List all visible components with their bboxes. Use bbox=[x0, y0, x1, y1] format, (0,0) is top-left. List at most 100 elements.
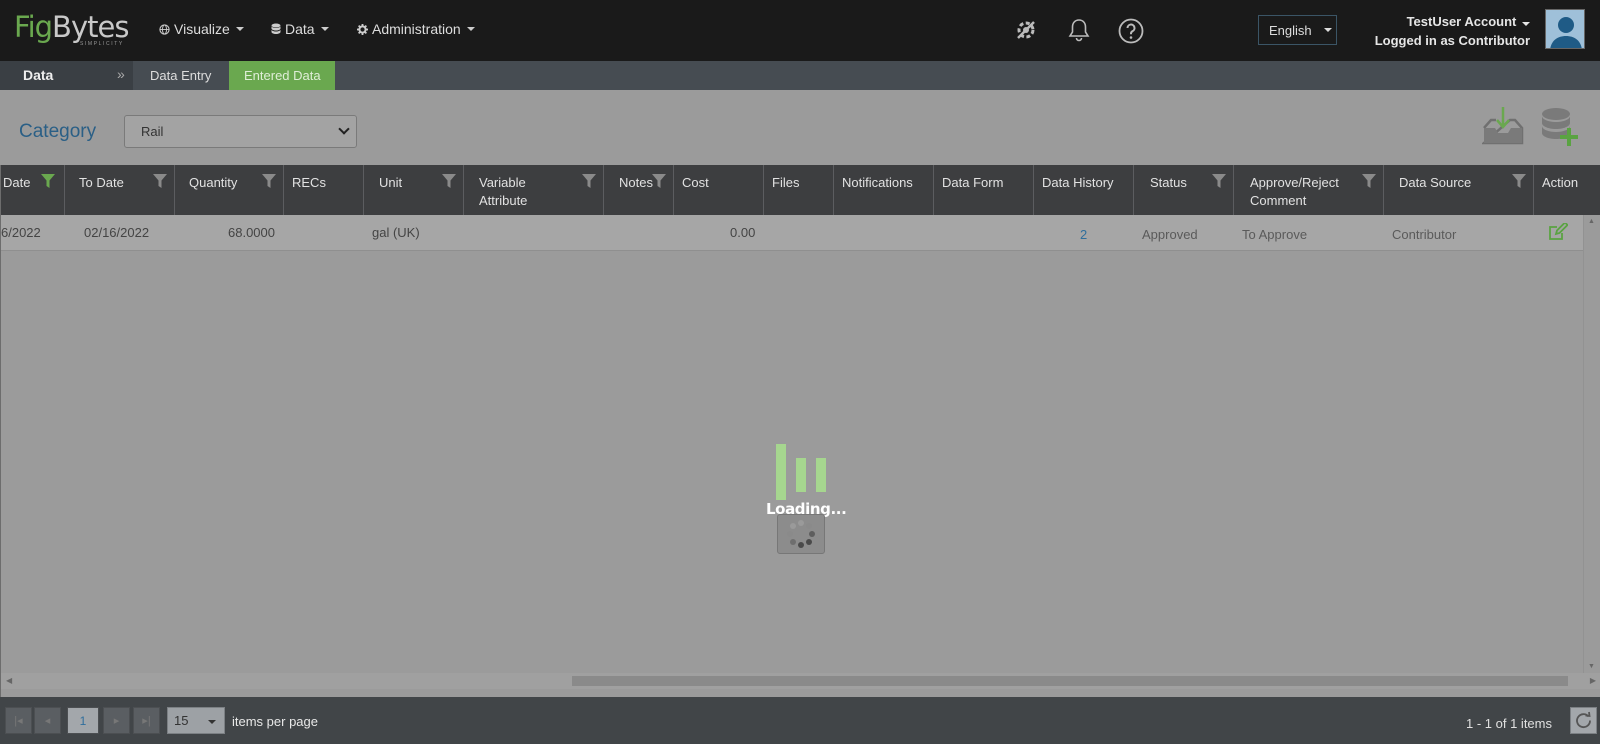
filter-icon[interactable] bbox=[1212, 174, 1226, 188]
cell-data-history-link[interactable]: 2 bbox=[1080, 227, 1087, 242]
col-header-cost[interactable]: Cost bbox=[674, 165, 764, 215]
current-page-button[interactable]: 1 bbox=[67, 707, 99, 734]
col-header-status[interactable]: Status bbox=[1134, 165, 1234, 215]
user-avatar[interactable] bbox=[1545, 9, 1585, 49]
cell-data-source: Contributor bbox=[1392, 227, 1457, 242]
loading-bar bbox=[796, 458, 806, 492]
loading-indicator: Loading... bbox=[765, 444, 847, 554]
filter-icon[interactable] bbox=[262, 174, 276, 188]
last-page-button[interactable]: ▸| bbox=[133, 707, 160, 734]
col-header-label: RECs bbox=[292, 175, 326, 190]
account-name: TestUser Account bbox=[1406, 14, 1517, 29]
col-header-data-history[interactable]: Data History bbox=[1034, 165, 1134, 215]
horizontal-scroll-thumb[interactable] bbox=[572, 676, 1568, 686]
col-header-label: Status bbox=[1150, 175, 1187, 190]
bell-icon[interactable] bbox=[1068, 18, 1090, 42]
col-header-to-date[interactable]: To Date bbox=[65, 165, 175, 215]
col-header-data-form[interactable]: Data Form bbox=[934, 165, 1034, 215]
add-database-icon[interactable] bbox=[1540, 106, 1580, 148]
cell-to-date: 02/16/2022 bbox=[84, 225, 150, 240]
section-title-label: Data bbox=[23, 67, 54, 83]
tab-entered-data[interactable]: Entered Data bbox=[229, 61, 335, 90]
col-header-date[interactable]: Date bbox=[1, 165, 65, 215]
col-header-label: Variable Attribute bbox=[479, 175, 528, 208]
language-label: English bbox=[1269, 22, 1312, 38]
sub-navbar: Data » Data Entry Entered Data bbox=[0, 61, 1600, 90]
refresh-button[interactable] bbox=[1570, 707, 1597, 734]
filter-icon[interactable] bbox=[652, 174, 666, 188]
col-header-label: Cost bbox=[682, 175, 709, 190]
import-download-icon[interactable] bbox=[1482, 106, 1524, 146]
filter-icon[interactable] bbox=[442, 174, 456, 188]
scroll-down-arrow-icon[interactable]: ▼ bbox=[1588, 663, 1595, 670]
col-header-notifications[interactable]: Notifications bbox=[834, 165, 934, 215]
edit-icon[interactable] bbox=[1548, 223, 1568, 241]
col-header-approve-reject-comment[interactable]: Approve/Reject Comment bbox=[1234, 165, 1384, 215]
caret-down-icon bbox=[320, 27, 329, 31]
col-header-data-source[interactable]: Data Source bbox=[1384, 165, 1534, 215]
entered-data-grid: Date To Date Quantity RECs Unit Variable… bbox=[0, 165, 1600, 697]
refresh-icon bbox=[1576, 711, 1591, 729]
scroll-up-arrow-icon[interactable]: ▲ bbox=[1588, 218, 1595, 225]
col-header-variable-attribute[interactable]: Variable Attribute bbox=[464, 165, 604, 215]
nav-visualize-label: Visualize bbox=[174, 21, 230, 37]
spinner-icon bbox=[787, 520, 815, 548]
nav-administration[interactable]: Administration bbox=[357, 21, 475, 37]
col-header-label: Quantity bbox=[189, 175, 238, 190]
horizontal-scrollbar[interactable]: ◀ ▶ bbox=[1, 673, 1600, 689]
nav-data[interactable]: Data bbox=[271, 21, 329, 37]
figbytes-logo[interactable]: FigBytes SIMPLICITY bbox=[14, 10, 129, 47]
chevron-down-icon bbox=[338, 123, 350, 135]
table-row[interactable]: 6/2022 02/16/2022 68.0000 gal (UK) 0.00 … bbox=[1, 215, 1583, 251]
double-chevron-right-icon[interactable]: » bbox=[117, 66, 125, 82]
col-header-label: Data Form bbox=[942, 175, 1004, 190]
prev-page-button[interactable]: ◂ bbox=[34, 707, 61, 734]
nav-administration-label: Administration bbox=[372, 21, 461, 37]
cell-status: Approved bbox=[1142, 227, 1198, 242]
page-size-select[interactable]: 15 bbox=[167, 707, 225, 734]
category-select-value: Rail bbox=[141, 124, 164, 139]
grid-pager: |◂ ◂ 1 ▸ ▸| 15 items per page 1 - 1 of 1… bbox=[0, 697, 1600, 744]
account-role: Logged in as Contributor bbox=[1374, 33, 1530, 48]
gear-icon bbox=[357, 23, 368, 35]
items-per-page-label: items per page bbox=[232, 714, 318, 729]
logo-text-bytes: Bytes bbox=[52, 10, 129, 44]
globe-icon bbox=[159, 23, 170, 35]
filter-icon[interactable] bbox=[1512, 174, 1526, 188]
nav-visualize[interactable]: Visualize bbox=[159, 21, 244, 37]
filter-icon[interactable] bbox=[582, 174, 596, 188]
tab-data-entry[interactable]: Data Entry bbox=[135, 61, 225, 90]
col-header-label: Action bbox=[1542, 175, 1579, 190]
grid-header: Date To Date Quantity RECs Unit Variable… bbox=[1, 165, 1600, 215]
page-size-value: 15 bbox=[174, 713, 189, 728]
cell-quantity: 68.0000 bbox=[228, 225, 275, 240]
col-header-label: Date bbox=[3, 175, 31, 190]
cell-date: 6/2022 bbox=[1, 225, 41, 240]
language-selector[interactable]: English bbox=[1258, 15, 1337, 45]
col-header-recs[interactable]: RECs bbox=[284, 165, 364, 215]
vertical-scrollbar[interactable]: ▲ ▼ bbox=[1583, 215, 1600, 673]
col-header-label: Unit bbox=[379, 175, 403, 190]
filter-icon[interactable] bbox=[153, 174, 167, 188]
col-header-unit[interactable]: Unit bbox=[364, 165, 464, 215]
col-header-files[interactable]: Files bbox=[764, 165, 834, 215]
top-navbar: FigBytes SIMPLICITY Visualize Data Admin… bbox=[0, 0, 1600, 61]
settings-tools-icon[interactable] bbox=[1014, 18, 1038, 42]
account-menu[interactable]: TestUser Account Logged in as Contributo… bbox=[1375, 12, 1530, 50]
first-page-button[interactable]: |◂ bbox=[5, 707, 32, 734]
scroll-left-arrow-icon[interactable]: ◀ bbox=[6, 676, 12, 685]
next-page-button[interactable]: ▸ bbox=[103, 707, 130, 734]
section-title: Data » bbox=[0, 61, 133, 90]
category-label: Category bbox=[19, 121, 97, 142]
main-content: Category Rail Date To Date Quantity RECs… bbox=[0, 90, 1600, 744]
col-header-action[interactable]: Action bbox=[1534, 165, 1600, 215]
scroll-right-arrow-icon[interactable]: ▶ bbox=[1590, 676, 1596, 685]
filter-active-icon[interactable] bbox=[41, 174, 55, 188]
col-header-quantity[interactable]: Quantity bbox=[175, 165, 284, 215]
filter-icon[interactable] bbox=[1362, 174, 1376, 188]
caret-down-icon bbox=[1323, 28, 1332, 32]
loading-bar bbox=[776, 444, 786, 500]
help-icon[interactable] bbox=[1118, 18, 1144, 44]
col-header-notes[interactable]: Notes bbox=[604, 165, 674, 215]
category-select[interactable]: Rail bbox=[124, 115, 357, 148]
